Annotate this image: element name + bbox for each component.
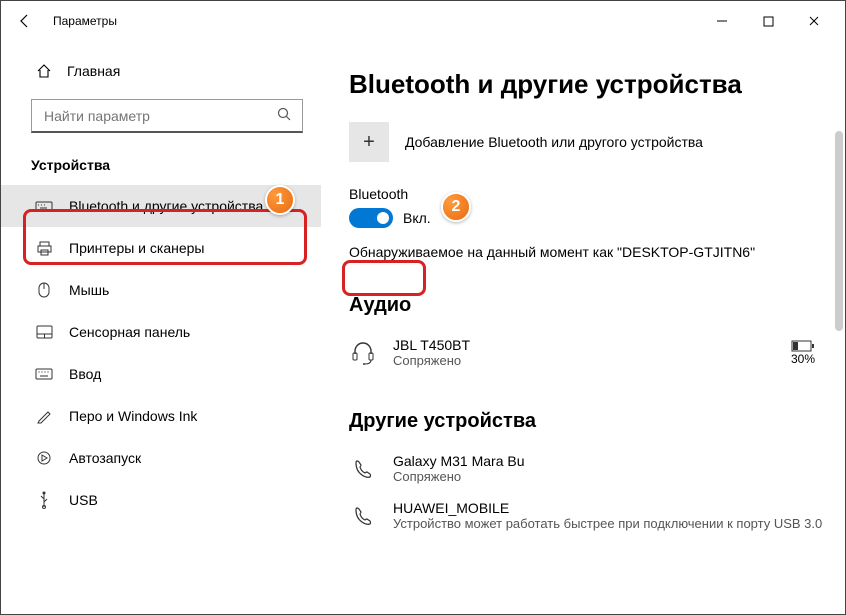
bluetooth-toggle[interactable] bbox=[349, 208, 393, 228]
sidebar-item-printers[interactable]: Принтеры и сканеры bbox=[1, 227, 321, 269]
window-title: Параметры bbox=[53, 14, 117, 28]
keyboard2-icon bbox=[35, 365, 53, 383]
page-title: Bluetooth и другие устройства bbox=[349, 69, 835, 100]
sidebar-item-autoplay[interactable]: Автозапуск bbox=[1, 437, 321, 479]
pen-icon bbox=[35, 407, 53, 425]
home-icon bbox=[35, 62, 53, 80]
sidebar-item-label: Перо и Windows Ink bbox=[69, 408, 197, 424]
audio-device-row[interactable]: JBL T450BT Сопряжено 30% bbox=[349, 329, 835, 376]
plus-icon: + bbox=[349, 122, 389, 162]
device-name: Galaxy M31 Mara Bu bbox=[393, 453, 835, 469]
bluetooth-label: Bluetooth bbox=[349, 186, 835, 202]
touchpad-icon bbox=[35, 323, 53, 341]
sidebar-item-label: Ввод bbox=[69, 366, 101, 382]
sidebar-item-typing[interactable]: Ввод bbox=[1, 353, 321, 395]
close-button[interactable] bbox=[791, 5, 837, 37]
device-name: HUAWEI_MOBILE bbox=[393, 500, 835, 516]
toggle-state-label: Вкл. bbox=[403, 210, 431, 226]
add-device-label: Добавление Bluetooth или другого устройс… bbox=[405, 134, 703, 150]
sidebar-item-label: USB bbox=[69, 492, 98, 508]
scrollbar[interactable] bbox=[835, 131, 843, 331]
sidebar-item-pen[interactable]: Перо и Windows Ink bbox=[1, 395, 321, 437]
annotation-highlight-2 bbox=[342, 260, 426, 296]
back-button[interactable] bbox=[9, 5, 41, 37]
printer-icon bbox=[35, 239, 53, 257]
sidebar-item-touchpad[interactable]: Сенсорная панель bbox=[1, 311, 321, 353]
sidebar-item-bluetooth[interactable]: Bluetooth и другие устройства bbox=[1, 185, 321, 227]
minimize-button[interactable] bbox=[699, 5, 745, 37]
maximize-button[interactable] bbox=[745, 5, 791, 37]
battery-percent: 30% bbox=[791, 352, 815, 366]
other-device-row[interactable]: Galaxy M31 Mara Bu Сопряжено bbox=[349, 445, 835, 492]
device-status: Сопряжено bbox=[393, 469, 835, 484]
discoverable-text: Обнаруживаемое на данный момент как "DES… bbox=[349, 244, 835, 260]
sidebar-item-label: Мышь bbox=[69, 282, 109, 298]
audio-heading: Аудио bbox=[349, 294, 835, 317]
autoplay-icon bbox=[35, 449, 53, 467]
mouse-icon bbox=[35, 281, 53, 299]
keyboard-icon bbox=[35, 197, 53, 215]
sidebar-item-mouse[interactable]: Мышь bbox=[1, 269, 321, 311]
add-device-button[interactable]: + Добавление Bluetooth или другого устро… bbox=[349, 122, 835, 162]
search-box[interactable] bbox=[31, 99, 303, 133]
device-status: Сопряжено bbox=[393, 353, 775, 368]
sidebar-item-label: Автозапуск bbox=[69, 450, 141, 466]
sidebar-home-label: Главная bbox=[67, 63, 120, 79]
headset-icon bbox=[349, 340, 377, 366]
phone-icon bbox=[349, 458, 377, 480]
device-name: JBL T450BT bbox=[393, 337, 775, 353]
sidebar: Главная Устройства Bluetooth и другие ус… bbox=[1, 41, 321, 614]
search-input[interactable] bbox=[42, 107, 242, 125]
other-device-row[interactable]: HUAWEI_MOBILE Устройство может работать … bbox=[349, 492, 835, 539]
battery-icon bbox=[791, 340, 815, 352]
sidebar-home[interactable]: Главная bbox=[1, 51, 321, 91]
search-icon bbox=[276, 106, 292, 125]
usb-icon bbox=[35, 491, 53, 509]
other-devices-heading: Другие устройства bbox=[349, 410, 835, 433]
sidebar-item-label: Принтеры и сканеры bbox=[69, 240, 204, 256]
phone-icon bbox=[349, 505, 377, 527]
sidebar-section-label: Устройства bbox=[1, 151, 321, 185]
sidebar-item-label: Сенсорная панель bbox=[69, 324, 190, 340]
title-bar: Параметры bbox=[1, 1, 845, 41]
battery-indicator: 30% bbox=[791, 340, 815, 366]
sidebar-item-usb[interactable]: USB bbox=[1, 479, 321, 521]
sidebar-item-label: Bluetooth и другие устройства bbox=[69, 198, 263, 214]
device-status: Устройство может работать быстрее при по… bbox=[393, 516, 835, 531]
content-area: Bluetooth и другие устройства + Добавлен… bbox=[321, 41, 845, 614]
